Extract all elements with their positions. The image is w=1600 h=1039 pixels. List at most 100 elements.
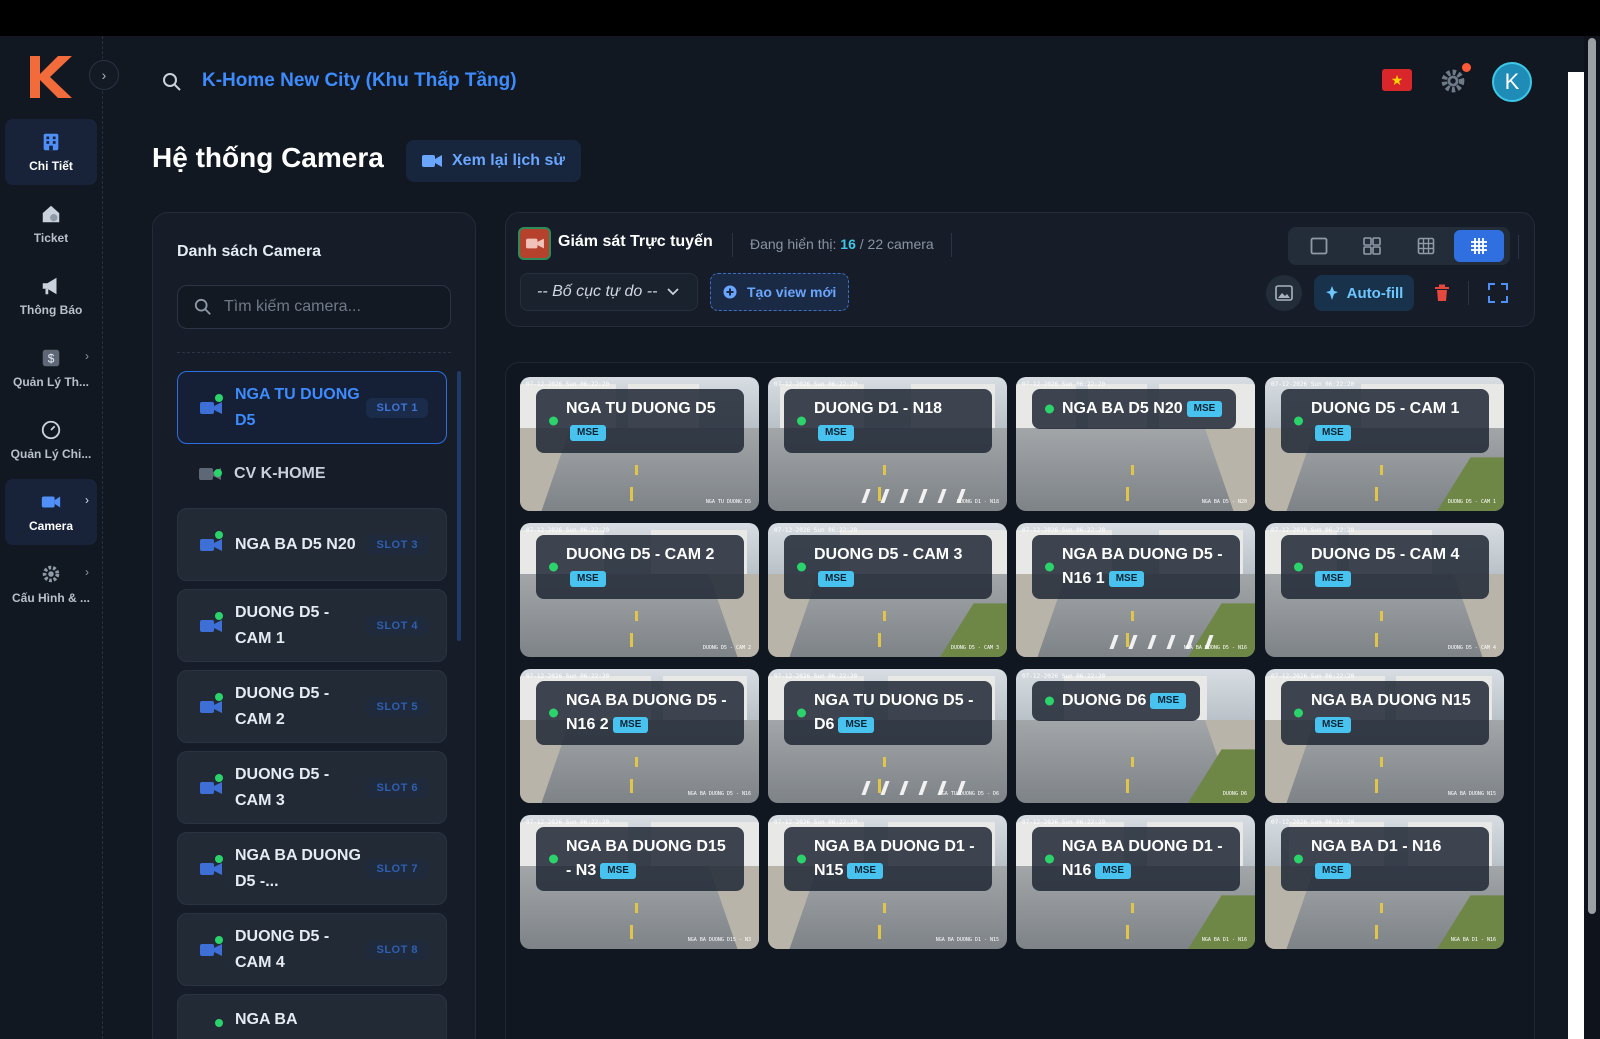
sidebar-item-cau-hinh[interactable]: Cấu Hình & ... › — [5, 551, 97, 617]
online-status-dot — [215, 531, 223, 539]
window-top-bar — [0, 0, 1600, 36]
layout-preset-value: -- Bố cục tự do -- — [537, 283, 658, 300]
camera-tile-name: DUONG D6 — [1062, 692, 1147, 709]
sidebar-item-chi-tiet[interactable]: Chi Tiết — [5, 119, 97, 185]
sidebar-item-thong-bao[interactable]: Thông Báo — [5, 263, 97, 329]
chevron-right-icon: › — [85, 493, 89, 507]
layout-preset-dropdown[interactable]: -- Bố cục tự do -- — [520, 273, 698, 311]
sidebar-item-label: Camera — [28, 519, 74, 533]
divider — [732, 233, 733, 257]
autofill-button[interactable]: Auto-fill — [1314, 275, 1414, 311]
live-monitoring-title: Giám sát Trực tuyến — [558, 233, 713, 250]
monitor-toolbar: Giám sát Trực tuyến Đang hiển thị: 16 / … — [505, 212, 1535, 327]
camera-tile[interactable]: 07-12-2026 Sun 06:22:20 NGA BA DUONG D5 -… — [520, 669, 759, 803]
camera-list-item[interactable]: NGA BA — [177, 994, 447, 1039]
sidebar-item-ticket[interactable]: Ticket — [5, 191, 97, 257]
camera-name: DUONG D5 - CAM 4 — [235, 927, 330, 971]
online-status-dot — [215, 394, 223, 402]
camera-tile[interactable]: 07-12-2026 Sun 06:22:20 NGA BA D1 - N16 NG… — [1265, 815, 1504, 949]
layout-3x3-button[interactable] — [1401, 230, 1451, 262]
autofill-label: Auto-fill — [1346, 284, 1404, 302]
user-avatar[interactable]: K — [1492, 62, 1532, 102]
camera-tile[interactable]: 07-12-2026 Sun 06:22:20 NGA TU DUONG D5 -… — [768, 669, 1007, 803]
fullscreen-button[interactable] — [1480, 275, 1516, 311]
camera-tile-name: DUONG D1 - N18 — [814, 400, 943, 417]
sidebar-item-quan-ly-chi[interactable]: Quản Lý Chi... — [5, 407, 97, 473]
online-status-dot — [214, 469, 222, 477]
camera-tile[interactable]: 07-12-2026 Sun 06:22:20 DUONG D5 - CAM 4D… — [1265, 523, 1504, 657]
camera-tile[interactable]: 07-12-2026 Sun 06:22:20 DUONG D1 - N18 DUO… — [768, 377, 1007, 511]
camera-tile[interactable]: 07-12-2026 Sun 06:22:20 NGA BA D5 - N20 NG… — [1016, 377, 1255, 511]
layout-2x2-button[interactable] — [1347, 230, 1397, 262]
camera-tile[interactable]: 07-12-2026 Sun 06:22:20 DUONG D5 - CAM 3D… — [768, 523, 1007, 657]
page-scrollbar-thumb[interactable] — [1588, 38, 1596, 914]
create-view-button[interactable]: Tạo view mới — [710, 273, 850, 311]
sidebar-item-camera[interactable]: Camera › — [5, 479, 97, 545]
camera-list-item[interactable]: DUONG D5 - CAM 1 SLOT 4 — [177, 589, 447, 662]
sidebar-toggle-button[interactable]: › — [89, 60, 119, 90]
layout-4x4-button[interactable] — [1454, 230, 1505, 262]
camera-tile-name: NGA BA D1 - N16 — [1311, 838, 1442, 855]
stream-badge: MSE — [1186, 400, 1223, 417]
building-icon — [43, 133, 59, 151]
chevron-down-icon — [667, 288, 680, 296]
online-status-dot — [1294, 562, 1303, 572]
camera-tile[interactable]: 07-12-2026 Sun 06:22:20 NGA BA D1 - N16 NG… — [1016, 815, 1255, 949]
feed-timestamp: 07-12-2026 Sun 06:22:20 — [774, 673, 858, 680]
camera-list-item[interactable]: NGA BA DUONG D5 -... SLOT 7 — [177, 832, 447, 905]
camera-list-item[interactable]: DUONG D5 - CAM 3 SLOT 6 — [177, 751, 447, 824]
feed-camera-tag: NGA BA DUONG N15 — [1447, 791, 1496, 797]
feed-camera-tag: NGA BA DUONG D15 - N3 — [687, 937, 751, 943]
online-status-dot — [797, 562, 806, 572]
snapshot-button[interactable] — [1266, 275, 1302, 311]
online-status-dot — [549, 854, 558, 864]
camera-tile[interactable]: 07-12-2026 Sun 06:22:20 DUONG D6 DUONG D6 M… — [1016, 669, 1255, 803]
camera-tile[interactable]: 07-12-2026 Sun 06:22:20 DUONG D5 - CAM 1D… — [1265, 377, 1504, 511]
camera-tile[interactable]: 07-12-2026 Sun 06:22:20 NGA TU DUONG D5 NG… — [520, 377, 759, 511]
camera-tile[interactable]: 07-12-2026 Sun 06:22:20 NGA BA DUONG D5 -… — [1016, 523, 1255, 657]
camera-list-item[interactable]: NGA BA D5 N20 SLOT 3 — [177, 508, 447, 581]
camera-search-input[interactable] — [224, 298, 444, 316]
search-icon — [194, 298, 211, 315]
list-scrollbar[interactable] — [457, 371, 461, 641]
camera-tile[interactable]: 07-12-2026 Sun 06:22:20 DUONG D5 - CAM 2D… — [520, 523, 759, 657]
sidebar-item-quan-ly-thu[interactable]: $ Quản Lý Th... › — [5, 335, 97, 401]
camera-tile[interactable]: 07-12-2026 Sun 06:22:20 NGA BA DUONG N15 N… — [1265, 669, 1504, 803]
clear-all-button[interactable] — [1424, 275, 1460, 311]
camera-tile[interactable]: 07-12-2026 Sun 06:22:20 NGA BA DUONG D15 … — [520, 815, 759, 949]
stream-badge: MSE — [838, 716, 875, 733]
online-status-dot — [215, 936, 223, 944]
camera-search-box[interactable] — [177, 285, 451, 329]
camera-name: DUONG D5 - CAM 1 — [235, 603, 330, 647]
feed-camera-tag: DUONG D5 - CAM 2 — [702, 645, 751, 651]
camera-list-item[interactable]: DUONG D5 - CAM 2 SLOT 5 — [177, 670, 447, 743]
camera-list-item[interactable]: NGA TU DUONG D5 SLOT 1 — [177, 371, 447, 444]
k-home-logo[interactable] — [26, 52, 76, 102]
camera-tile[interactable]: 07-12-2026 Sun 06:22:20 NGA BA DUONG D1 -… — [768, 815, 1007, 949]
feed-timestamp: 07-12-2026 Sun 06:22:20 — [1271, 819, 1355, 826]
stream-badge: MSE — [1315, 570, 1351, 587]
vietnam-flag-icon[interactable]: ★ — [1382, 69, 1412, 91]
camera-list-item[interactable]: CV K-HOME — [177, 451, 447, 497]
slot-badge: SLOT 8 — [366, 939, 428, 960]
sidebar-item-label: Cấu Hình & ... — [12, 591, 90, 605]
online-status-dot — [797, 416, 806, 426]
layout-1x1-button[interactable] — [1294, 230, 1344, 262]
online-status-dot — [797, 854, 806, 864]
camera-name-overlay: NGA BA DUONG D5 - N16 1 MSE — [1032, 535, 1240, 599]
divider — [1468, 281, 1469, 305]
project-selector[interactable]: K-Home New City (Khu Thấp Tầng) — [202, 70, 517, 92]
square-icon — [1310, 237, 1328, 255]
camera-name-overlay: NGA BA DUONG D1 - N16 MSE — [1032, 827, 1240, 891]
camera-name-overlay: DUONG D5 - CAM 1 MSE — [1281, 389, 1489, 453]
camera-list-item[interactable]: DUONG D5 - CAM 4 SLOT 8 — [177, 913, 447, 986]
slot-badge: SLOT 5 — [366, 696, 428, 717]
camera-tile-name: NGA BA DUONG N15 — [1311, 692, 1471, 709]
settings-gear-icon[interactable] — [1440, 68, 1466, 94]
camera-list-panel: Danh sách Camera NGA TU DUONG D5 SLOT 1 … — [152, 212, 476, 1039]
view-history-button[interactable]: Xem lại lịch sử — [406, 140, 581, 182]
camera-name-overlay: DUONG D5 - CAM 4 MSE — [1281, 535, 1489, 599]
search-icon[interactable] — [162, 72, 182, 92]
camera-list-title: Danh sách Camera — [177, 243, 322, 260]
camera-name-overlay: NGA BA D5 N20 MSE — [1032, 389, 1237, 429]
